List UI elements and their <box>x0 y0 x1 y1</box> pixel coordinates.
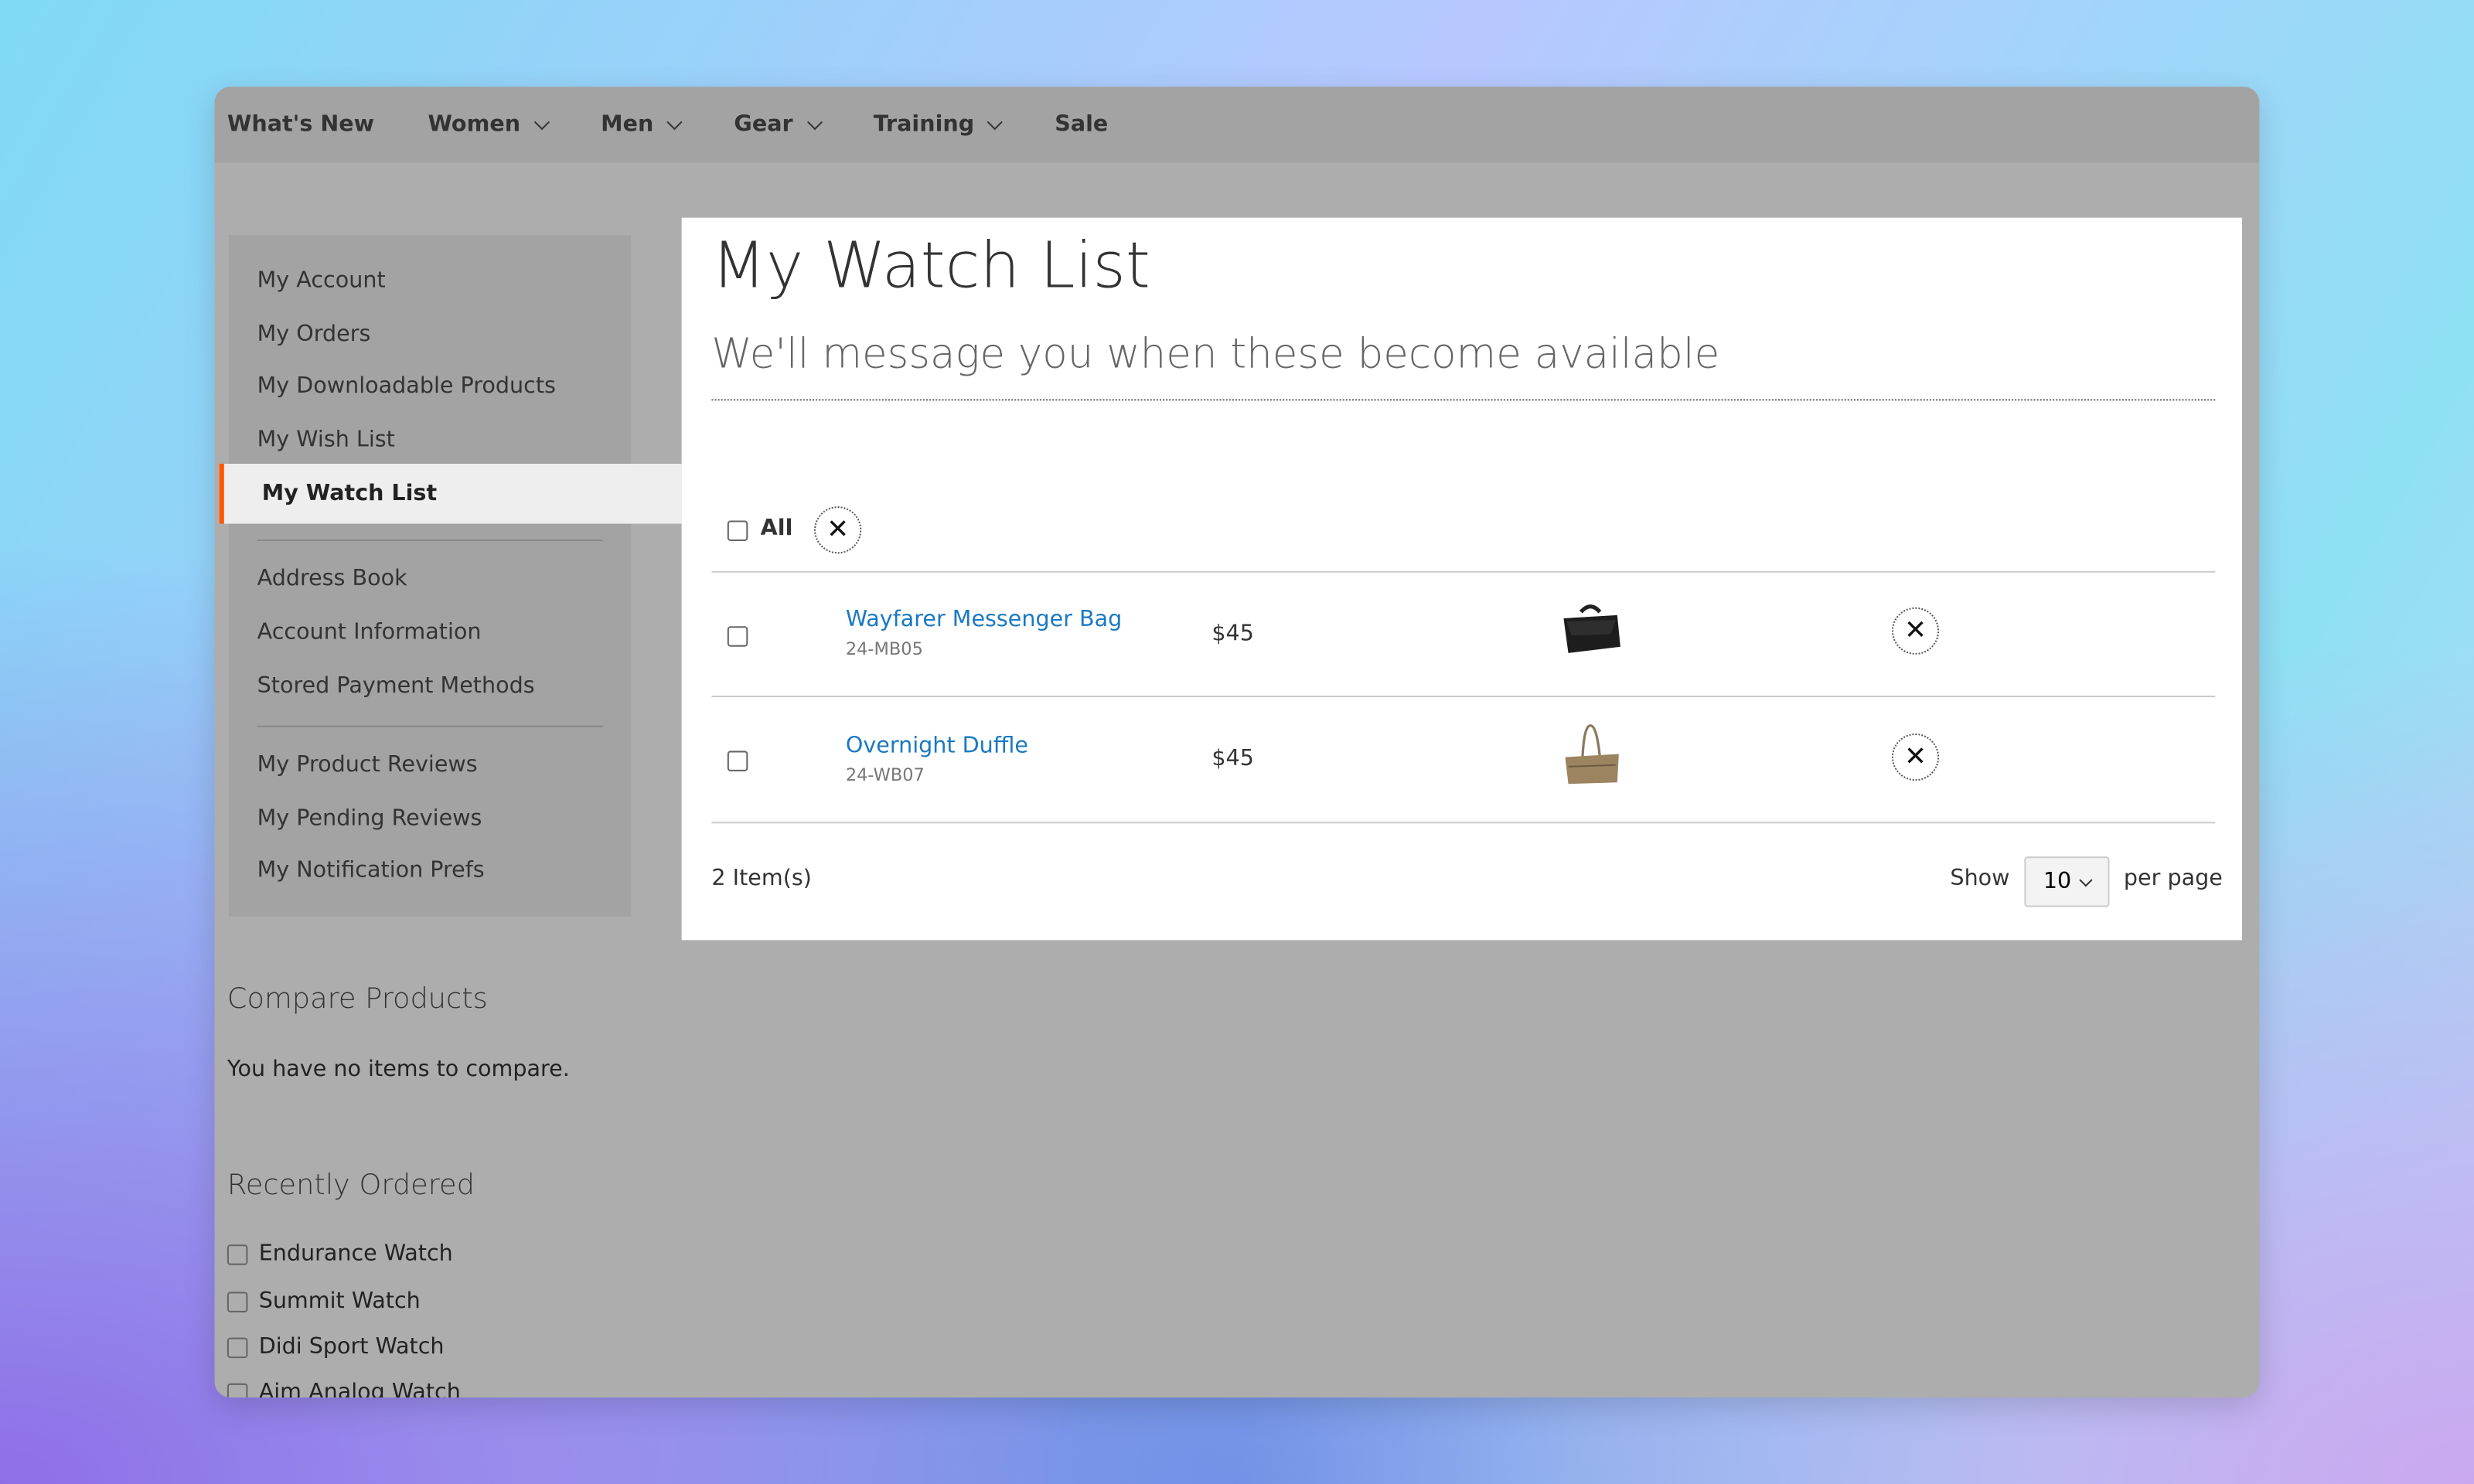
sidebar-item-downloadable-products[interactable]: My Downloadable Products <box>229 362 631 415</box>
select-all-label: All <box>760 516 793 541</box>
divider <box>711 399 2216 401</box>
page-title: My Watch List <box>711 230 1150 303</box>
page-subtitle: We'll message you when these become avai… <box>711 331 1720 379</box>
per-page-value: 10 <box>2043 869 2072 895</box>
product-price: $45 <box>1211 746 1254 771</box>
recent-item-label: Summit Watch <box>258 1288 421 1314</box>
sidebar-item-my-account[interactable]: My Account <box>229 256 631 309</box>
nav-label: Men <box>601 111 654 138</box>
nav-men[interactable]: Men <box>601 111 683 138</box>
close-icon: ✕ <box>1903 614 1927 647</box>
product-link[interactable]: Wayfarer Messenger Bag <box>846 608 1122 633</box>
checkbox[interactable] <box>227 1291 248 1312</box>
product-link[interactable]: Overnight Duffle <box>846 733 1028 759</box>
item-count: 2 Item(s) <box>711 866 812 892</box>
nav-label: Training <box>873 111 975 138</box>
sidebar-item-pending-reviews[interactable]: My Pending Reviews <box>229 793 631 846</box>
checkbox[interactable] <box>227 1244 248 1264</box>
divider <box>257 726 603 728</box>
nav-label: What's New <box>227 111 375 138</box>
chevron-down-icon <box>987 114 1004 130</box>
divider <box>711 822 2216 824</box>
per-page-select[interactable]: 10 <box>2024 856 2110 907</box>
sidebar-item-address-book[interactable]: Address Book <box>229 554 631 608</box>
checkbox[interactable] <box>227 1336 248 1358</box>
nav-gear[interactable]: Gear <box>734 111 823 138</box>
remove-item-button[interactable]: ✕ <box>1891 607 1940 655</box>
product-price: $45 <box>1211 621 1254 647</box>
nav-sale[interactable]: Sale <box>1055 112 1108 138</box>
nav-women[interactable]: Women <box>428 111 550 138</box>
nav-label: Women <box>428 111 521 138</box>
recent-item[interactable]: Endurance Watch <box>227 1241 453 1267</box>
nav-whats-new[interactable]: What's New <box>227 112 374 138</box>
messenger-bag-image[interactable] <box>1559 603 1625 659</box>
top-nav: What's New Women Men Gear Training Sale <box>214 87 2260 163</box>
recent-item[interactable]: Summit Watch <box>227 1288 421 1314</box>
nav-label: Sale <box>1055 111 1109 138</box>
divider <box>711 695 2216 698</box>
watch-list-panel: My Watch List We'll message you when the… <box>681 217 2242 941</box>
recent-item[interactable]: Didi Sport Watch <box>227 1335 445 1360</box>
item-checkbox[interactable] <box>727 626 748 647</box>
sidebar-item-watch-list[interactable]: My Watch List <box>219 463 682 524</box>
browser-window: What's New Women Men Gear Training Sale … <box>214 87 2260 1398</box>
recent-item-label: Aim Analog Watch <box>258 1380 461 1398</box>
sidebar-item-product-reviews[interactable]: My Product Reviews <box>229 740 631 793</box>
nav-training[interactable]: Training <box>873 111 1004 138</box>
chevron-down-icon <box>533 114 550 130</box>
sidebar-item-notification-prefs[interactable]: My Notification Prefs <box>229 846 631 900</box>
remove-item-button[interactable]: ✕ <box>1891 733 1940 781</box>
per-page-label: per page <box>2123 866 2223 892</box>
select-all-checkbox[interactable] <box>727 520 748 541</box>
close-icon: ✕ <box>1903 741 1927 773</box>
recent-item[interactable]: Aim Analog Watch <box>227 1380 461 1398</box>
account-sidebar: My Account My Orders My Downloadable Pro… <box>219 235 682 917</box>
product-sku: 24-MB05 <box>845 638 923 660</box>
divider <box>257 539 603 542</box>
chevron-down-icon <box>666 114 683 130</box>
recent-item-label: Endurance Watch <box>258 1241 453 1267</box>
close-icon: ✕ <box>826 514 850 546</box>
duffle-bag-image[interactable] <box>1559 723 1625 789</box>
sidebar-item-my-orders[interactable]: My Orders <box>229 308 631 362</box>
compare-empty-text: You have no items to compare. <box>227 1057 570 1082</box>
recently-ordered-title: Recently Ordered <box>227 1169 475 1203</box>
divider <box>711 570 2216 573</box>
sidebar-item-stored-payment-methods[interactable]: Stored Payment Methods <box>229 660 631 713</box>
nav-label: Gear <box>734 111 793 138</box>
product-sku: 24-WB07 <box>845 764 925 786</box>
sidebar-item-wish-list[interactable]: My Wish List <box>229 414 631 468</box>
recent-item-label: Didi Sport Watch <box>258 1334 445 1360</box>
chevron-down-icon <box>806 114 823 130</box>
sidebar-item-account-information[interactable]: Account Information <box>229 608 631 661</box>
item-checkbox[interactable] <box>727 751 748 771</box>
show-label: Show <box>1950 866 2010 892</box>
checkbox[interactable] <box>227 1382 248 1398</box>
compare-title: Compare Products <box>227 982 488 1016</box>
remove-selected-button[interactable]: ✕ <box>814 506 862 554</box>
chevron-down-icon <box>2078 873 2093 887</box>
